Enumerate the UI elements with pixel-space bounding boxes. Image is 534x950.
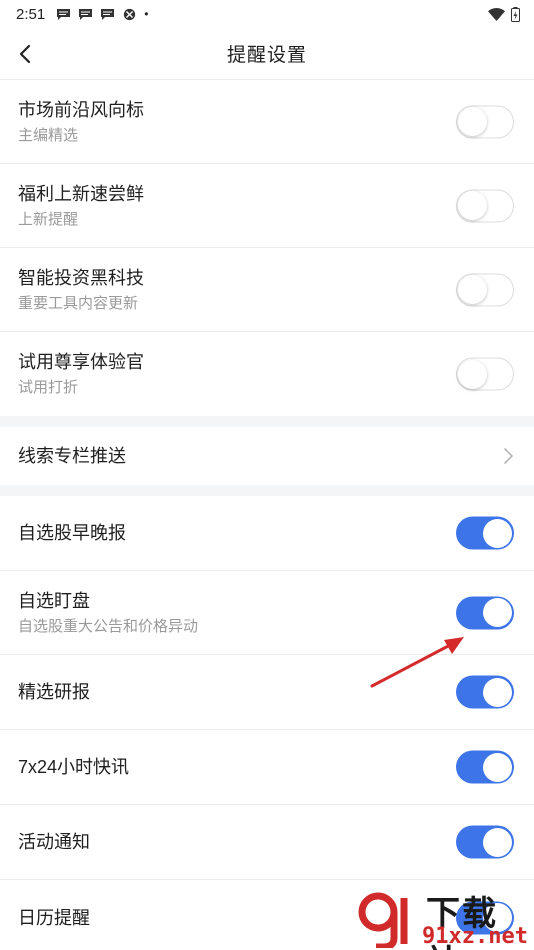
ball-icon — [124, 8, 136, 20]
section-divider — [0, 485, 534, 496]
toggle-knob — [458, 359, 487, 389]
toggle-switch[interactable] — [456, 105, 514, 138]
setting-row: 7x24小时快讯 — [0, 730, 534, 805]
toggle-knob — [483, 598, 512, 627]
setting-subtitle: 试用打折 — [18, 379, 79, 396]
toggle-switch[interactable] — [456, 357, 514, 391]
battery-icon — [511, 6, 520, 22]
setting-title: 线索专栏推送 — [18, 446, 126, 466]
setting-title: 试用尊享体验官 — [18, 352, 144, 372]
setting-row: 精选研报 — [0, 655, 534, 730]
toggle-switch[interactable] — [456, 516, 514, 550]
setting-subtitle: 自选股重大公告和价格异动 — [18, 617, 199, 635]
toggle-switch[interactable] — [456, 750, 514, 784]
wifi-icon — [488, 7, 505, 21]
chevron-right-icon — [504, 448, 513, 464]
toggle-switch[interactable] — [456, 825, 514, 859]
status-dot: • — [144, 7, 149, 21]
message-icon — [101, 8, 115, 20]
setting-title: 福利上新速尝鲜 — [18, 183, 144, 204]
group-subscriptions: 市场前沿风向标 主编精选 福利上新速尝鲜 上新提醒 智能投资黑科技 重要工具内容… — [0, 80, 534, 416]
toggle-switch[interactable] — [456, 901, 514, 934]
setting-title: 市场前沿风向标 — [18, 99, 144, 120]
setting-row: 智能投资黑科技 重要工具内容更新 — [0, 248, 534, 332]
setting-title: 自选盯盘 — [18, 590, 90, 611]
setting-title: 智能投资黑科技 — [18, 267, 144, 288]
setting-row: 市场前沿风向标 主编精选 — [0, 80, 534, 164]
setting-subtitle: 重要工具内容更新 — [18, 294, 139, 312]
toggle-switch[interactable] — [456, 675, 514, 709]
status-time: 2:51 — [16, 5, 46, 23]
setting-subtitle: 上新提醒 — [18, 210, 79, 228]
group-notifications: 自选股早晚报 自选盯盘 自选股重大公告和价格异动 精选研报 7x24小时快讯 活… — [0, 496, 534, 950]
header: 提醒设置 — [0, 28, 534, 80]
setting-row: 自选股早晚报 — [0, 496, 534, 571]
toggle-knob — [458, 107, 487, 136]
toggle-knob — [483, 752, 512, 782]
setting-row: 福利上新速尝鲜 上新提醒 — [0, 164, 534, 248]
toggle-knob — [483, 903, 512, 932]
toggle-knob — [458, 275, 487, 304]
setting-row: 活动通知 — [0, 805, 534, 880]
clue-column-push-row[interactable]: 线索专栏推送 — [0, 427, 534, 485]
page-title: 提醒设置 — [226, 45, 307, 66]
toggle-knob — [483, 677, 512, 707]
setting-title: 精选研报 — [18, 682, 90, 702]
message-icon — [57, 8, 71, 20]
toggle-switch[interactable] — [456, 596, 514, 629]
setting-row: 试用尊享体验官 试用打折 — [0, 332, 534, 416]
section-divider — [0, 416, 534, 427]
setting-title: 自选股早晚报 — [18, 523, 126, 543]
back-button[interactable] — [14, 41, 36, 67]
toggle-knob — [458, 191, 487, 220]
status-right — [488, 6, 520, 22]
toggle-switch[interactable] — [456, 189, 514, 222]
back-arrow-icon — [19, 44, 31, 64]
setting-title: 日历提醒 — [18, 907, 90, 928]
status-bar: 2:51 • — [0, 0, 534, 28]
toggle-switch[interactable] — [456, 273, 514, 306]
message-icon — [79, 8, 93, 20]
setting-row: 日历提醒 — [0, 880, 534, 950]
toggle-knob — [483, 518, 512, 548]
setting-subtitle: 主编精选 — [18, 126, 79, 144]
status-left: 2:51 • — [16, 6, 148, 23]
toggle-knob — [483, 827, 512, 857]
setting-row: 自选盯盘 自选股重大公告和价格异动 — [0, 571, 534, 655]
setting-title: 活动通知 — [18, 832, 90, 852]
setting-title: 7x24小时快讯 — [18, 757, 130, 777]
